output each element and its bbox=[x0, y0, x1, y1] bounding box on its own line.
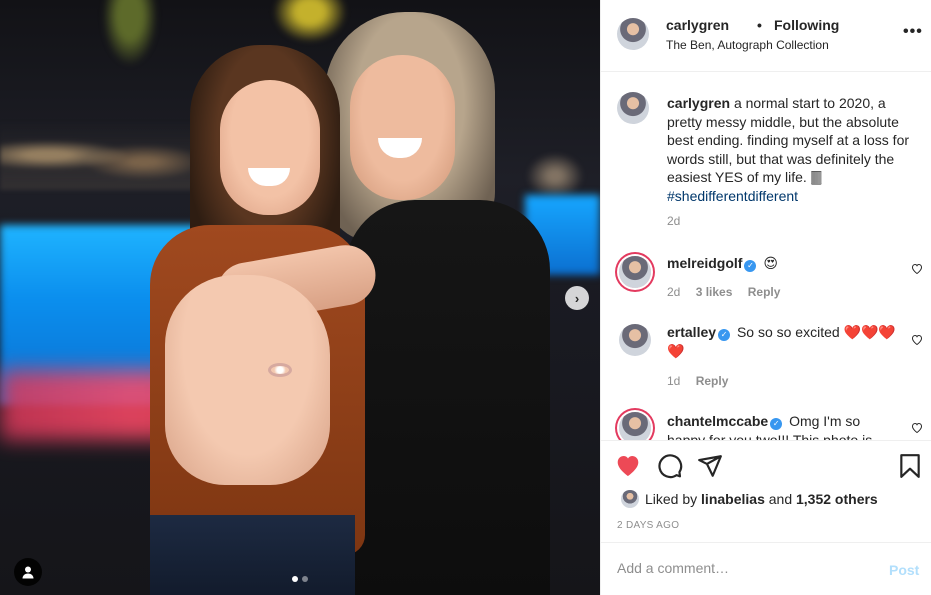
likes-summary: Liked by linabelias and 1,352 others bbox=[645, 491, 878, 507]
commenter-avatar[interactable] bbox=[619, 256, 651, 288]
caption-hashtag[interactable]: #shedifferentdifferent bbox=[667, 188, 798, 204]
verified-icon: ✓ bbox=[770, 418, 783, 430]
caption-text: carlygren a normal start to 2020, a pret… bbox=[667, 94, 917, 205]
comment-meta: 2d 3 likes Reply bbox=[667, 285, 792, 299]
palm-tree bbox=[100, 0, 160, 70]
comment-text: ertalley ✓ So so so excited ❤️❤️❤️❤️ bbox=[667, 323, 902, 360]
comment-input[interactable] bbox=[617, 560, 877, 576]
city-lights bbox=[510, 140, 600, 200]
location-link[interactable]: The Ben, Autograph Collection bbox=[666, 38, 829, 52]
save-bookmark-icon[interactable] bbox=[897, 453, 923, 479]
commenter-avatar[interactable] bbox=[619, 324, 651, 356]
post-side-panel: carlygren • Following The Ben, Autograph… bbox=[600, 0, 931, 595]
comment-bubble-icon[interactable] bbox=[657, 453, 683, 479]
instagram-post: › carlygren • Following The Ben, Autogra… bbox=[0, 0, 931, 595]
hand-with-ring bbox=[165, 275, 330, 485]
post-date[interactable]: 2 DAYS AGO bbox=[617, 520, 679, 531]
carousel-next-button[interactable]: › bbox=[565, 286, 589, 310]
liked-by-prefix: Liked by bbox=[645, 491, 698, 507]
comment-body: 😍 bbox=[763, 255, 778, 271]
person-right-face bbox=[350, 55, 455, 200]
tagged-people-button[interactable] bbox=[14, 558, 42, 586]
liker-avatar[interactable] bbox=[621, 490, 639, 508]
comment-username[interactable]: ertalley bbox=[667, 324, 716, 340]
comments-list[interactable]: carlygren a normal start to 2020, a pret… bbox=[601, 73, 931, 440]
comment-age[interactable]: 2d bbox=[667, 285, 680, 299]
carousel-dot bbox=[302, 576, 308, 582]
comment-text: melreidgolf ✓ 😍 bbox=[667, 254, 902, 273]
header-separator: • bbox=[757, 17, 762, 33]
comment-like-heart-icon[interactable] bbox=[911, 263, 923, 274]
verified-icon: ✓ bbox=[744, 260, 757, 272]
liked-by-user[interactable]: linabelias bbox=[701, 491, 765, 507]
comment-age[interactable]: 1d bbox=[667, 374, 680, 388]
caption-username[interactable]: carlygren bbox=[667, 95, 730, 111]
following-button[interactable]: Following bbox=[774, 17, 839, 33]
person-left-face bbox=[220, 80, 320, 215]
caption-avatar[interactable] bbox=[617, 92, 649, 124]
comment-likes[interactable]: 3 likes bbox=[696, 285, 733, 299]
palm-tree bbox=[270, 0, 350, 45]
post-header: carlygren • Following The Ben, Autograph… bbox=[601, 0, 931, 72]
liked-by-conj: and bbox=[768, 491, 793, 507]
carousel-dot-active bbox=[292, 576, 298, 582]
caption-age[interactable]: 2d bbox=[667, 214, 680, 228]
comment-meta: 1d Reply bbox=[667, 374, 740, 388]
verified-icon: ✓ bbox=[718, 329, 731, 341]
person-icon bbox=[22, 566, 34, 579]
more-options-icon[interactable]: ••• bbox=[903, 23, 923, 41]
author-username[interactable]: carlygren bbox=[666, 17, 729, 33]
reply-button[interactable]: Reply bbox=[696, 374, 729, 388]
post-comment-button[interactable]: Post bbox=[889, 562, 919, 578]
author-avatar[interactable] bbox=[617, 18, 649, 50]
person-right-body bbox=[345, 200, 550, 595]
carousel-indicator bbox=[292, 576, 308, 582]
post-actions: Liked by linabelias and 1,352 others 2 D… bbox=[601, 440, 931, 595]
add-comment-bar: Post bbox=[601, 542, 931, 595]
post-photo[interactable]: › bbox=[0, 0, 600, 595]
comment-username[interactable]: chantelmccabe bbox=[667, 413, 768, 429]
caption-meta: 2d bbox=[667, 214, 692, 228]
comment-like-heart-icon[interactable] bbox=[911, 334, 923, 345]
comment-username[interactable]: melreidgolf bbox=[667, 255, 742, 271]
commenter-avatar[interactable] bbox=[619, 412, 651, 440]
comment-text: chantelmccabe ✓ Omg I'm so happy for you … bbox=[667, 412, 902, 440]
engagement-ring bbox=[268, 363, 292, 377]
reply-button[interactable]: Reply bbox=[748, 285, 781, 299]
like-heart-icon[interactable] bbox=[615, 453, 641, 479]
person-left-jeans bbox=[150, 515, 355, 595]
share-paper-plane-icon[interactable] bbox=[697, 453, 723, 479]
liked-by-count[interactable]: 1,352 others bbox=[796, 491, 878, 507]
comment-like-heart-icon[interactable] bbox=[911, 422, 923, 433]
